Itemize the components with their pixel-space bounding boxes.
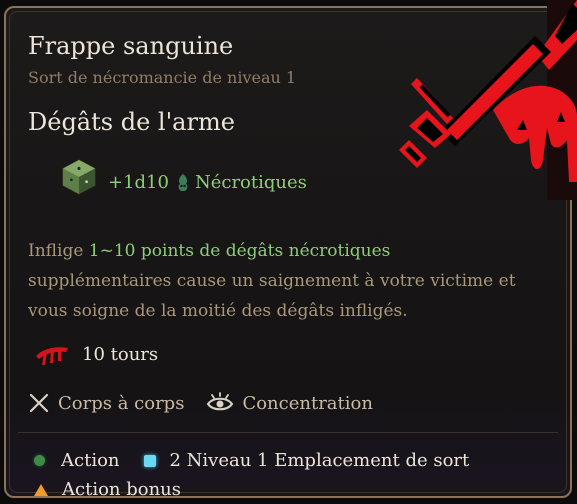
spell-slot-icon <box>143 454 156 467</box>
cost-section: Action 2 Niveau 1 Emplacement de sort Ac… <box>34 446 493 504</box>
damage-line: +1d10 Nécrotiques <box>108 172 307 193</box>
spell-description: Inflige 1~10 points de dégâts nécrotique… <box>28 236 538 326</box>
spell-subtitle: Sort de nécromancie de niveau 1 <box>28 68 297 87</box>
description-text-start: Inflige <box>28 241 89 261</box>
bonus-action-triangle-icon <box>34 483 48 496</box>
cost-row: Action 2 Niveau 1 Emplacement de sort <box>34 446 493 475</box>
damage-amount: +1d10 <box>108 172 169 193</box>
spell-title: Frappe sanguine <box>28 32 234 60</box>
cost-action: Action <box>34 450 120 471</box>
tag-melee-label: Corps à corps <box>58 392 185 414</box>
spell-tags: Corps à corps Concentration <box>28 392 395 414</box>
dice-icon <box>62 159 96 195</box>
duration-row: 10 tours <box>34 342 158 366</box>
description-text-end: supplémentaires cause un saignement à vo… <box>28 271 516 321</box>
cost-action-label: Action <box>61 450 120 471</box>
cost-bonus-action: Action bonus <box>34 479 181 500</box>
cost-bonus-action-label: Action bonus <box>62 479 182 500</box>
concentration-eye-icon <box>207 392 234 411</box>
description-highlight: 1~10 points de dégâts nécrotiques <box>88 241 391 261</box>
duration-text: 10 tours <box>82 343 159 365</box>
necrotic-icon <box>178 173 188 191</box>
cost-spell-slot-label: 2 Niveau 1 Emplacement de sort <box>169 450 470 471</box>
action-dot-icon <box>34 455 45 466</box>
tag-concentration-label: Concentration <box>242 392 373 414</box>
bleeding-sword-icon <box>399 0 577 200</box>
damage-type: Nécrotiques <box>194 172 307 193</box>
bleeding-icon <box>36 347 68 365</box>
crossed-swords-icon <box>29 393 49 413</box>
damage-section-title: Dégâts de l'arme <box>28 108 235 136</box>
cost-row: Action bonus <box>34 475 493 504</box>
cost-divider <box>18 432 558 433</box>
tag-concentration: Concentration <box>206 392 373 414</box>
tag-melee: Corps à corps <box>28 392 184 414</box>
cost-spell-slot: 2 Niveau 1 Emplacement de sort <box>143 450 470 471</box>
